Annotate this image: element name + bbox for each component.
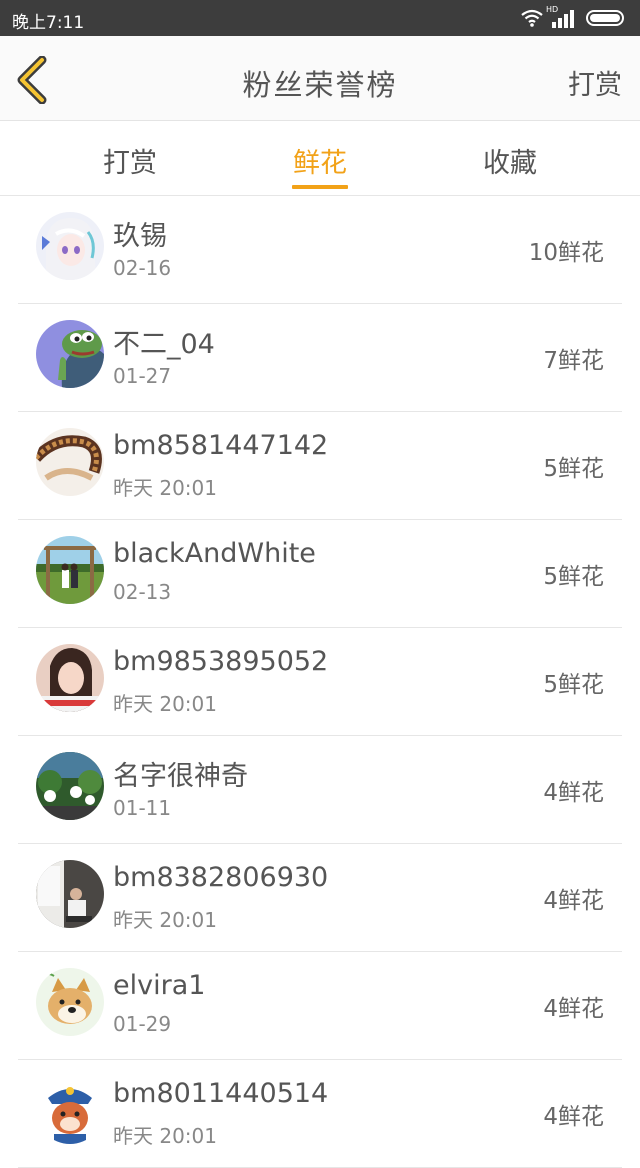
fan-row[interactable]: 不二_04 01-27 7鲜花 bbox=[0, 304, 640, 412]
pepe-frog-avatar bbox=[36, 320, 104, 388]
status-time: 晚上7:11 bbox=[12, 13, 85, 33]
fan-name: 不二_04 bbox=[113, 329, 215, 360]
fan-date: 01-11 bbox=[113, 796, 172, 820]
signal-icon bbox=[552, 8, 578, 28]
flower-count: 10鲜花 bbox=[528, 240, 604, 266]
fan-date: 昨天 20:01 bbox=[113, 692, 217, 716]
fan-date: 02-16 bbox=[113, 256, 172, 280]
tab-bar: 打赏 鲜花 收藏 bbox=[0, 121, 640, 196]
fan-row[interactable]: 名字很神奇 01-11 4鲜花 bbox=[0, 736, 640, 844]
flower-count: 5鲜花 bbox=[543, 456, 604, 482]
flower-count: 4鲜花 bbox=[543, 780, 604, 806]
flower-count: 4鲜花 bbox=[543, 1104, 604, 1130]
fan-row[interactable]: bm8011440514 昨天 20:01 4鲜花 bbox=[0, 1060, 640, 1168]
anime-girl-avatar bbox=[36, 212, 104, 280]
fan-name: bm8581447142 bbox=[113, 430, 329, 461]
flower-count: 4鲜花 bbox=[543, 996, 604, 1022]
fan-date: 01-27 bbox=[113, 364, 172, 388]
person-window-avatar bbox=[36, 860, 104, 928]
fan-name: blackAndWhite bbox=[113, 538, 316, 569]
reward-button[interactable]: 打赏 bbox=[568, 63, 622, 102]
girl-photo-avatar bbox=[36, 644, 104, 712]
fan-row[interactable]: bm9853895052 昨天 20:01 5鲜花 bbox=[0, 628, 640, 736]
fan-date: 昨天 20:01 bbox=[113, 908, 217, 932]
status-bar: 晚上7:11 HD bbox=[0, 0, 640, 36]
fan-name: 名字很神奇 bbox=[113, 761, 248, 792]
flower-count: 4鲜花 bbox=[543, 888, 604, 914]
fan-name: bm9853895052 bbox=[113, 646, 329, 677]
film-reel-avatar bbox=[36, 428, 104, 496]
tab-favorites[interactable]: 收藏 bbox=[450, 141, 570, 180]
couple-swing-avatar bbox=[36, 536, 104, 604]
flower-count: 5鲜花 bbox=[543, 564, 604, 590]
fan-row[interactable]: bm8382806930 昨天 20:01 4鲜花 bbox=[0, 844, 640, 952]
battery-icon bbox=[586, 10, 624, 26]
green-scene-avatar bbox=[36, 752, 104, 820]
fan-date: 02-13 bbox=[113, 580, 172, 604]
fan-name: bm8382806930 bbox=[113, 862, 329, 893]
fan-date: 01-29 bbox=[113, 1012, 172, 1036]
fan-name: bm8011440514 bbox=[113, 1078, 329, 1109]
tab-flowers[interactable]: 鲜花 bbox=[260, 141, 380, 180]
wifi-icon bbox=[520, 8, 544, 28]
fan-date: 昨天 20:01 bbox=[113, 476, 217, 500]
flower-count: 5鲜花 bbox=[543, 672, 604, 698]
fan-row[interactable]: bm8581447142 昨天 20:01 5鲜花 bbox=[0, 412, 640, 520]
header-bar: 粉丝荣誉榜 打赏 bbox=[0, 36, 640, 121]
fan-name: 玖锡 bbox=[113, 221, 167, 252]
flower-count: 7鲜花 bbox=[543, 348, 604, 374]
fan-name: elvira1 bbox=[113, 970, 206, 1001]
doge-avatar bbox=[36, 968, 104, 1036]
fans-list: 玖锡 02-16 10鲜花 不二_04 01-27 7鲜花 bm85814471… bbox=[0, 196, 640, 1168]
fan-row[interactable]: blackAndWhite 02-13 5鲜花 bbox=[0, 520, 640, 628]
fan-row[interactable]: 玖锡 02-16 10鲜花 bbox=[0, 196, 640, 304]
fan-row[interactable]: elvira1 01-29 4鲜花 bbox=[0, 952, 640, 1060]
active-tab-indicator bbox=[292, 185, 348, 189]
cartoon-police-avatar bbox=[36, 1076, 104, 1144]
tab-reward[interactable]: 打赏 bbox=[70, 141, 190, 180]
page-title: 粉丝荣誉榜 bbox=[242, 68, 398, 102]
fan-date: 昨天 20:01 bbox=[113, 1124, 217, 1148]
